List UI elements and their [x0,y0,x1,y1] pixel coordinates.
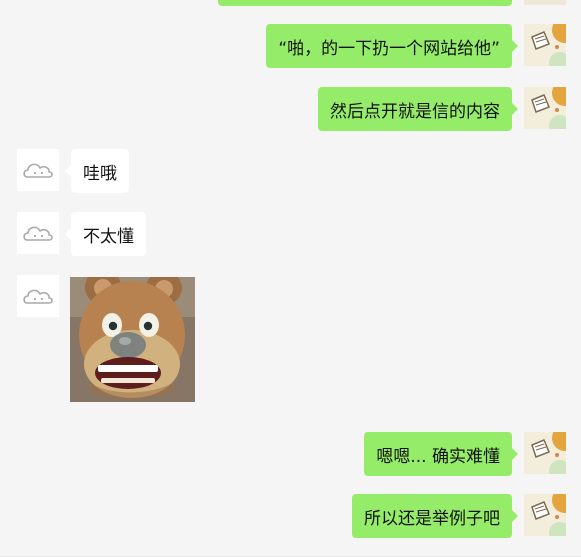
user-avatar-image [524,24,566,66]
chat-message-area[interactable]: “啪，的一下扔一个网站给他” 然后点开就是信的内容 哇哦 不太懂 嗯嗯... 确… [0,0,581,557]
message-row: “啪，的一下扔一个网站给他” [0,24,581,70]
sent-message-bubble[interactable]: 然后点开就是信的内容 [318,87,518,131]
cloud-icon [17,149,59,191]
bear-sticker-image [70,277,195,402]
user-avatar-image [524,432,566,474]
cloud-icon [17,275,59,317]
sent-message-bubble[interactable]: 嗯嗯... 确实难懂 [364,432,518,476]
sent-message-bubble[interactable]: 所以还是举例子吧 [352,494,518,538]
message-row: 不太懂 [0,212,581,258]
user-avatar-image [524,87,566,129]
received-message-bubble[interactable]: 哇哦 [65,149,129,193]
user-avatar[interactable] [524,432,566,474]
message-row: 然后点开就是信的内容 [0,87,581,133]
sent-message-bubble[interactable]: “啪，的一下扔一个网站给他” [266,24,518,68]
partial-user-avatar [524,0,566,5]
cloud-avatar[interactable] [17,149,59,191]
user-avatar-image [524,494,566,536]
cloud-icon [17,212,59,254]
partial-sent-bubble [218,0,512,6]
user-avatar[interactable] [524,494,566,536]
user-avatar[interactable] [524,24,566,66]
cloud-avatar[interactable] [17,275,59,317]
message-row: 所以还是举例子吧 [0,494,581,540]
received-message-bubble[interactable]: 不太懂 [65,212,146,256]
user-avatar[interactable] [524,87,566,129]
message-row: 嗯嗯... 确实难懂 [0,432,581,478]
cloud-avatar[interactable] [17,212,59,254]
message-row: 哇哦 [0,149,581,195]
bear-sticker[interactable] [70,277,195,402]
